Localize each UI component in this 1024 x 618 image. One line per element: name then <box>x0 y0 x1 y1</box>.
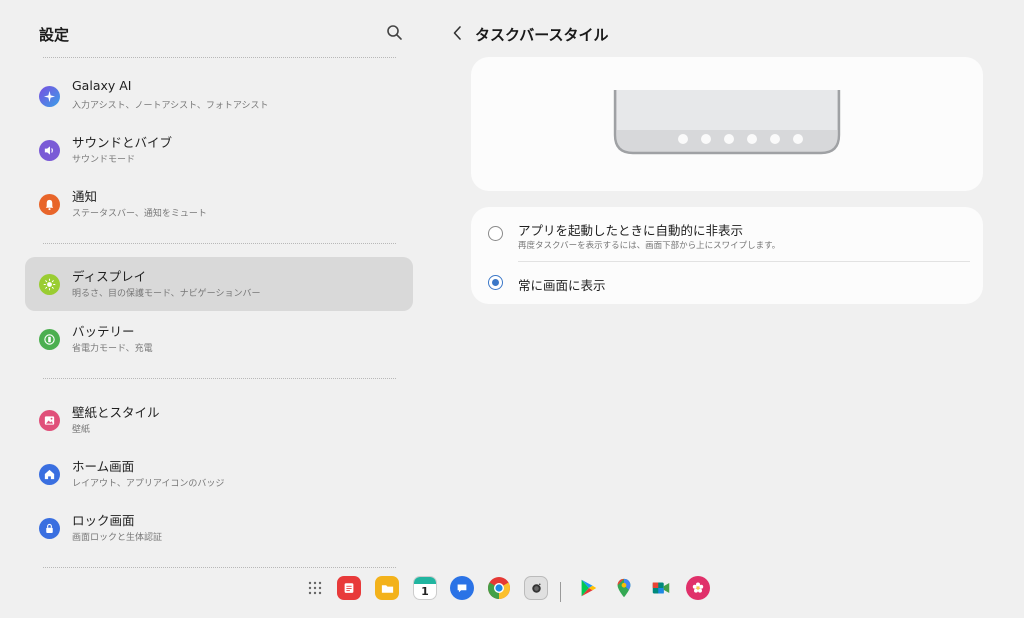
sidebar-item-notifications[interactable]: 通知 ステータスバー、通知をミュート <box>25 177 413 231</box>
divider <box>43 243 396 244</box>
messages-icon[interactable] <box>450 576 474 600</box>
taskbar-style-options: アプリを起動したときに自動的に非表示 再度タスクバーを表示するには、画面下部から… <box>471 207 983 304</box>
calendar-header <box>414 577 436 584</box>
sidebar-item-sublabel: 入力アシスト、ノートアシスト、フォトアシスト <box>72 101 269 111</box>
bell-icon <box>39 194 60 215</box>
detail-header: タスクバースタイル <box>450 22 750 46</box>
sidebar-item-sublabel: レイアウト、アプリアイコンのバッジ <box>72 479 225 489</box>
galaxy-ai-icon <box>39 86 60 107</box>
sidebar-item-sublabel: 明るさ、目の保護モード、ナビゲーションバー <box>72 289 261 299</box>
calendar-day: 1 <box>421 584 429 598</box>
sidebar-item-battery[interactable]: バッテリー 省電力モード、充電 <box>25 312 413 366</box>
option-label: アプリを起動したときに自動的に非表示 <box>518 223 744 238</box>
option-auto-hide[interactable]: アプリを起動したときに自動的に非表示 再度タスクバーを表示するには、画面下部から… <box>471 207 983 261</box>
radio-button[interactable] <box>488 226 503 241</box>
option-always-show[interactable]: 常に画面に表示 <box>471 262 983 304</box>
taskbar-preview <box>471 57 983 191</box>
maps-icon[interactable] <box>612 576 636 600</box>
sidebar-item-label: ディスプレイ <box>72 269 147 284</box>
notes-icon[interactable] <box>337 576 361 600</box>
camera-icon[interactable] <box>524 576 548 600</box>
sidebar-item-sublabel: 壁紙 <box>72 425 91 435</box>
app-title: 設定 <box>39 26 70 44</box>
settings-sidebar: 設定 Galaxy AI 入力アシスト、ノートアシスト、フォトアシスト サウンド… <box>0 0 424 570</box>
option-description: 再度タスクバーを表示するには、画面下部から上にスワイプします。 <box>518 241 781 251</box>
option-label: 常に画面に表示 <box>518 278 606 293</box>
lock-icon <box>39 518 60 539</box>
taskbar: 1 <box>300 572 730 606</box>
divider <box>43 567 396 568</box>
page-title: タスクバースタイル <box>475 26 609 44</box>
image-icon <box>39 410 60 431</box>
battery-icon <box>39 329 60 350</box>
sidebar-item-label: Galaxy AI <box>72 78 132 93</box>
sidebar-header: 設定 <box>39 22 409 46</box>
gallery-icon[interactable] <box>686 576 710 600</box>
sidebar-item-label: ホーム画面 <box>72 459 135 474</box>
sidebar-item-sound[interactable]: サウンドとバイブ サウンドモード <box>25 123 413 177</box>
sidebar-item-sublabel: サウンドモード <box>72 155 136 165</box>
sidebar-item-label: サウンドとバイブ <box>72 135 173 150</box>
sidebar-item-sublabel: 省電力モード、充電 <box>72 344 153 354</box>
sidebar-item-sublabel: 画面ロックと生体認証 <box>72 533 163 543</box>
sidebar-item-wallpaper[interactable]: 壁紙とスタイル 壁紙 <box>25 393 413 447</box>
taskbar-separator <box>560 582 561 602</box>
sidebar-item-display[interactable]: ディスプレイ 明るさ、目の保護モード、ナビゲーションバー <box>25 257 413 311</box>
chrome-icon[interactable] <box>487 576 511 600</box>
sidebar-item-lock-screen[interactable]: ロック画面 画面ロックと生体認証 <box>25 501 413 555</box>
my-files-icon[interactable] <box>375 576 399 600</box>
home-icon <box>39 464 60 485</box>
back-arrow-icon[interactable] <box>450 23 466 43</box>
app-drawer-icon[interactable] <box>303 576 327 600</box>
sidebar-item-home-screen[interactable]: ホーム画面 レイアウト、アプリアイコンのバッジ <box>25 447 413 501</box>
divider <box>43 57 396 58</box>
taskbar-preview-illustration <box>613 90 841 155</box>
divider <box>43 378 396 379</box>
sidebar-item-label: バッテリー <box>72 324 135 339</box>
sidebar-item-label: ロック画面 <box>72 513 135 528</box>
sidebar-item-label: 通知 <box>72 189 98 204</box>
search-icon[interactable] <box>384 22 406 44</box>
sidebar-item-sublabel: ステータスバー、通知をミュート <box>72 209 207 219</box>
sun-icon <box>39 274 60 295</box>
sidebar-item-galaxy-ai[interactable]: Galaxy AI 入力アシスト、ノートアシスト、フォトアシスト <box>25 69 413 123</box>
calendar-icon[interactable]: 1 <box>413 576 437 600</box>
meet-icon[interactable] <box>649 576 673 600</box>
radio-button-checked[interactable] <box>488 275 503 290</box>
sidebar-item-label: 壁紙とスタイル <box>72 405 160 420</box>
speaker-icon <box>39 140 60 161</box>
play-store-icon[interactable] <box>576 576 600 600</box>
